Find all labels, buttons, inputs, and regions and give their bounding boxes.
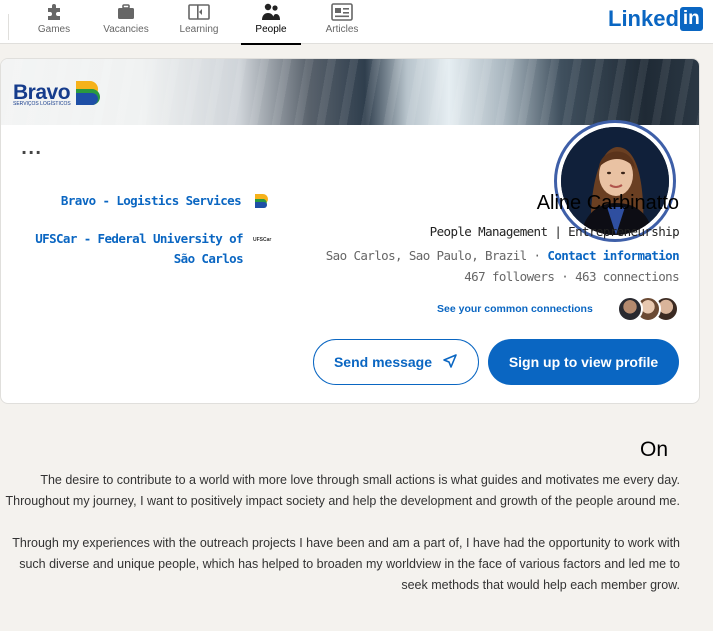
- video-play-icon: [167, 2, 231, 22]
- nav-games-label: Games: [37, 24, 71, 35]
- common-connections-link[interactable]: See your common connections: [437, 303, 593, 315]
- profile-name: Aline Carbinatto: [536, 192, 679, 214]
- current-company[interactable]: Bravo - Logistics Services: [61, 191, 271, 211]
- cover-company-tagline: SERVIÇOS LOGÍSTICOS: [13, 101, 71, 107]
- common-connections-avatars[interactable]: [615, 296, 679, 322]
- sign-up-button-label: Sign up to view profile: [508, 354, 659, 370]
- about-title: On: [640, 438, 669, 461]
- sign-up-button[interactable]: Sign up to view profile: [488, 339, 679, 385]
- bravo-company-icon: [253, 193, 269, 209]
- nav-vacancies[interactable]: Vacancies: [94, 2, 158, 42]
- school-logo-text: UFSCar: [253, 237, 272, 243]
- avatar-photo: [561, 127, 669, 235]
- nav-divider: [8, 14, 9, 40]
- nav-people-label: People: [255, 24, 287, 35]
- about-section: On The desire to contribute to a world w…: [0, 420, 713, 631]
- send-message-button[interactable]: Send message: [313, 339, 479, 385]
- profile-headline: People Management | Entrepreneurship: [429, 224, 680, 239]
- company-name: Bravo - Logistics Services: [60, 193, 242, 208]
- logo-in-badge: in: [679, 7, 703, 31]
- send-icon: [442, 353, 458, 372]
- location-separator: ·: [533, 248, 542, 263]
- puzzle-icon: [22, 2, 86, 22]
- nav-people[interactable]: People: [239, 2, 303, 45]
- education-school[interactable]: UFSCar - Federal University of São Carlo…: [11, 227, 281, 267]
- about-paragraph: Through my experiences with the outreach…: [12, 536, 680, 592]
- nav-articles[interactable]: Articles: [310, 2, 374, 42]
- nav-vacancies-label: Vacancies: [103, 24, 149, 35]
- contact-info-link[interactable]: Contact information: [547, 248, 679, 263]
- connection-avatar-3: [617, 296, 643, 322]
- location-text: Sao Carlos, Sao Paulo, Brazil: [325, 248, 527, 263]
- bravo-mark-icon: [74, 79, 101, 107]
- cover-image: Bravo SERVIÇOS LOGÍSTICOS: [1, 59, 699, 125]
- article-icon: [310, 2, 374, 22]
- about-text: The desire to contribute to a world with…: [0, 470, 680, 617]
- more-options-button[interactable]: ...: [21, 139, 42, 158]
- nav-learning-label: Learning: [179, 24, 219, 35]
- school-name: UFSCar - Federal University of São Carlo…: [35, 231, 243, 266]
- send-message-button-label: Send message: [333, 354, 433, 370]
- people-icon: [239, 2, 303, 22]
- profile-card: Bravo SERVIÇOS LOGÍSTICOS ... Aline Carb…: [0, 58, 700, 404]
- nav-games[interactable]: Games: [22, 2, 86, 42]
- linkedin-logo[interactable]: Linked in: [608, 6, 703, 32]
- ufscar-logo-icon: UFSCar: [253, 237, 279, 247]
- followers-count: 467 followers: [464, 269, 555, 284]
- nav-articles-label: Articles: [325, 24, 359, 35]
- stats-separator: ·: [561, 269, 569, 284]
- about-paragraph: The desire to contribute to a world with…: [5, 473, 680, 508]
- cover-texture: [1, 59, 699, 125]
- profile-stats: 467 followers · 463 connections: [301, 269, 679, 284]
- profile-location-row: Sao Carlos, Sao Paulo, Brazil · Contact …: [301, 248, 680, 263]
- connections-count: 463 connections: [575, 269, 679, 284]
- cover-company-logo: Bravo SERVIÇOS LOGÍSTICOS: [13, 79, 101, 107]
- nav-learning[interactable]: Learning: [167, 2, 231, 42]
- briefcase-icon: [94, 2, 158, 22]
- logo-text: Linked: [608, 6, 679, 31]
- top-navigation-bar: Games Vacancies Learning People Articles…: [0, 0, 713, 45]
